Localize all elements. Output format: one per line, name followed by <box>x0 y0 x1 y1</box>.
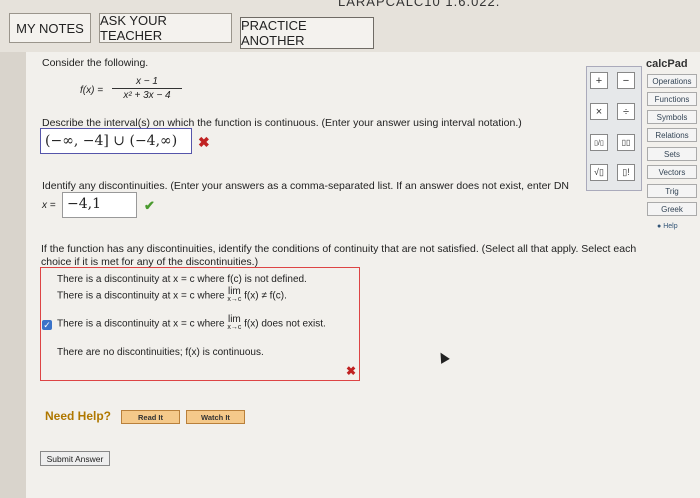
tab-sets[interactable]: Sets <box>647 147 697 161</box>
option-3-checkbox-checked[interactable]: ✓ <box>42 320 52 330</box>
top-bar: LARAPCALC10 1.6.022. MY NOTES ASK YOUR T… <box>0 0 700 52</box>
correct-check-icon: ✔ <box>144 198 155 213</box>
minus-button[interactable]: − <box>617 72 635 89</box>
ask-teacher-button[interactable]: ASK YOUR TEACHER <box>99 13 232 43</box>
calcpad-help-link[interactable]: ● Help <box>657 223 678 230</box>
my-notes-button[interactable]: MY NOTES <box>9 13 91 43</box>
question-discontinuities: Identify any discontinuities. (Enter you… <box>42 180 569 192</box>
incorrect-icon: ✖ <box>198 134 210 150</box>
exponent-button[interactable]: ▯▯ <box>617 134 635 151</box>
numerator: x − 1 <box>112 76 182 89</box>
help-icon: ● <box>657 223 662 230</box>
plus-button[interactable]: + <box>590 72 608 89</box>
tab-greek[interactable]: Greek <box>647 202 697 216</box>
fraction-button[interactable]: ▯/▯ <box>590 134 608 151</box>
need-help-label: Need Help? <box>45 409 112 423</box>
question-conditions: If the function has any discontinuities,… <box>41 243 637 268</box>
option-1-label[interactable]: There is a discontinuity at x = c where … <box>57 274 307 285</box>
watch-it-button[interactable]: Watch It <box>186 410 245 424</box>
continuity-answer-input[interactable]: (−∞, −4] ∪ (−4,∞) <box>40 128 192 154</box>
denominator: x² + 3x − 4 <box>123 90 171 101</box>
incorrect-icon: ✖ <box>346 364 357 378</box>
breadcrumb: LARAPCALC10 1.6.022. <box>338 0 501 9</box>
sqrt-button[interactable]: √▯ <box>590 164 608 181</box>
tab-symbols[interactable]: Symbols <box>647 110 697 124</box>
divide-button[interactable]: ÷ <box>617 103 635 120</box>
option-2-label[interactable]: There is a discontinuity at x = c where … <box>57 286 287 304</box>
discontinuities-answer-input[interactable]: −4,1 <box>62 192 137 218</box>
limit-notation: lim x→c <box>227 286 242 304</box>
tab-relations[interactable]: Relations <box>647 128 697 142</box>
tab-functions[interactable]: Functions <box>647 92 697 106</box>
intro-text: Consider the following. <box>42 57 149 69</box>
factorial-button[interactable]: ▯! <box>617 164 635 181</box>
practice-another-button[interactable]: PRACTICE ANOTHER <box>240 17 374 49</box>
option-2-checkbox[interactable] <box>42 294 52 304</box>
read-it-button[interactable]: Read It <box>121 410 180 424</box>
limit-notation: lim x→c <box>227 314 242 332</box>
function-fraction: x − 1 x² + 3x − 4 <box>112 76 182 101</box>
calcpad-title: calcPad <box>646 58 688 70</box>
times-button[interactable]: × <box>590 103 608 120</box>
submit-answer-button[interactable]: Submit Answer <box>40 451 110 466</box>
option-3-label[interactable]: There is a discontinuity at x = c where … <box>57 314 326 332</box>
option-1-checkbox[interactable] <box>42 275 52 285</box>
option-4-label[interactable]: There are no discontinuities; f(x) is co… <box>57 347 264 358</box>
function-lhs: f(x) = <box>80 85 104 96</box>
tab-trig[interactable]: Trig <box>647 184 697 198</box>
option-4-checkbox[interactable] <box>42 348 52 358</box>
x-equals-label: x = <box>42 200 56 211</box>
tab-vectors[interactable]: Vectors <box>647 165 697 179</box>
tab-operations[interactable]: Operations <box>647 74 697 88</box>
